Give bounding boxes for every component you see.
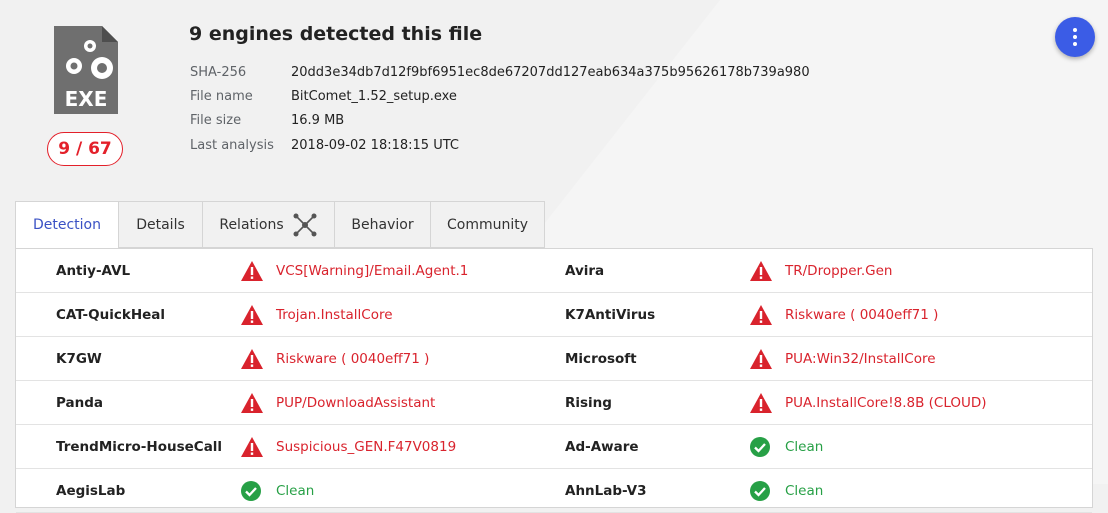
meta-key: SHA-256 bbox=[190, 64, 247, 80]
meta-row-last-analysis: Last analysis 2018-09-02 18:18:15 UTC bbox=[190, 133, 810, 157]
warning-icon bbox=[240, 425, 264, 468]
engine-name: AegisLab bbox=[56, 482, 126, 499]
detection-result: TR/Dropper.Gen bbox=[785, 262, 893, 279]
check-circle-icon bbox=[749, 425, 771, 468]
detection-result: Clean bbox=[785, 438, 824, 455]
file-type-label: EXE bbox=[65, 87, 108, 111]
detection-result: PUA.InstallCore!8.8B (CLOUD) bbox=[785, 394, 987, 411]
engine-name: AhnLab-V3 bbox=[565, 482, 647, 499]
tab-community[interactable]: Community bbox=[431, 201, 545, 248]
warning-icon bbox=[749, 293, 773, 336]
warning-icon bbox=[240, 293, 264, 336]
exe-file-icon: EXE bbox=[54, 26, 118, 114]
detection-result: Clean bbox=[785, 482, 824, 499]
detection-result: Riskware ( 0040eff71 ) bbox=[785, 306, 939, 323]
more-vert-icon-dot bbox=[1073, 42, 1077, 46]
engine-name: Microsoft bbox=[565, 350, 637, 367]
tab-detection[interactable]: Detection bbox=[15, 201, 119, 249]
tab-behavior[interactable]: Behavior bbox=[335, 201, 431, 248]
warning-icon bbox=[240, 249, 264, 292]
meta-row-file-size: File size 16.9 MB bbox=[190, 109, 810, 133]
meta-key: Last analysis bbox=[190, 137, 274, 153]
detection-score-badge: 9 / 67 bbox=[47, 132, 123, 166]
engine-name: K7AntiVirus bbox=[565, 306, 656, 323]
detection-result: PUA:Win32/InstallCore bbox=[785, 350, 936, 367]
engine-name: Antiy-AVL bbox=[56, 262, 131, 279]
meta-value: BitComet_1.52_setup.exe bbox=[291, 88, 457, 104]
warning-icon bbox=[240, 337, 264, 380]
engine-name: Avira bbox=[565, 262, 605, 279]
warning-icon bbox=[749, 337, 773, 380]
warning-icon bbox=[240, 381, 264, 424]
warning-icon bbox=[749, 249, 773, 292]
tab-relations-label: Relations bbox=[219, 216, 284, 233]
engine-name: K7GW bbox=[56, 350, 102, 367]
tab-details[interactable]: Details bbox=[119, 201, 203, 248]
meta-value: 2018-09-02 18:18:15 UTC bbox=[291, 137, 459, 153]
detection-row: AegisLab Clean AhnLab-V3 Clean bbox=[16, 469, 1092, 513]
detection-result: Clean bbox=[276, 482, 315, 499]
engine-name: Rising bbox=[565, 394, 612, 411]
more-vert-icon bbox=[1073, 28, 1077, 32]
detection-row: TrendMicro-HouseCall Suspicious_GEN.F47V0… bbox=[16, 425, 1092, 469]
detection-result: Riskware ( 0040eff71 ) bbox=[276, 350, 430, 367]
detection-row: K7GW Riskware ( 0040eff71 ) Microsoft PUA:W… bbox=[16, 337, 1092, 381]
detection-result: PUP/DownloadAssistant bbox=[276, 394, 436, 411]
detection-result: Suspicious_GEN.F47V0819 bbox=[276, 438, 457, 455]
meta-row-sha256: SHA-256 20dd3e34db7d12f9bf6951ec8de67207… bbox=[190, 60, 810, 84]
meta-value: 20dd3e34db7d12f9bf6951ec8de67207dd127eab… bbox=[291, 64, 810, 80]
engine-name: CAT-QuickHeal bbox=[56, 306, 166, 323]
file-meta-table: SHA-256 20dd3e34db7d12f9bf6951ec8de67207… bbox=[190, 60, 810, 157]
warning-icon bbox=[749, 381, 773, 424]
more-vert-icon-dot bbox=[1073, 35, 1077, 39]
detection-row: Panda PUP/DownloadAssistant Rising PUA.Inst… bbox=[16, 381, 1092, 425]
check-circle-icon bbox=[240, 469, 262, 512]
detection-row: CAT-QuickHeal Trojan.InstallCore K7AntiVir… bbox=[16, 293, 1092, 337]
engine-name: Panda bbox=[56, 394, 104, 411]
meta-value: 16.9 MB bbox=[291, 113, 345, 129]
check-circle-icon bbox=[749, 469, 771, 512]
detection-result: VCS[Warning]/Email.Agent.1 bbox=[276, 262, 469, 279]
engine-name: TrendMicro-HouseCall bbox=[56, 438, 223, 455]
meta-key: File name bbox=[190, 88, 253, 104]
engine-name: Ad-Aware bbox=[565, 438, 639, 455]
detection-headline: 9 engines detected this file bbox=[189, 23, 483, 45]
detection-panel: Antiy-AVL VCS[Warning]/Email.Agent.1 Avira… bbox=[15, 248, 1093, 513]
detection-row: Antiy-AVL VCS[Warning]/Email.Agent.1 Avira… bbox=[16, 249, 1092, 293]
meta-row-file-name: File name BitComet_1.52_setup.exe bbox=[190, 84, 810, 108]
tab-relations[interactable]: Relations bbox=[203, 201, 335, 248]
report-tabs: Detection Details Relations Behavior Com… bbox=[15, 201, 545, 249]
graph-icon bbox=[293, 213, 317, 236]
detection-result: Trojan.InstallCore bbox=[276, 306, 393, 323]
meta-key: File size bbox=[190, 113, 242, 129]
more-options-button[interactable] bbox=[1055, 17, 1095, 57]
